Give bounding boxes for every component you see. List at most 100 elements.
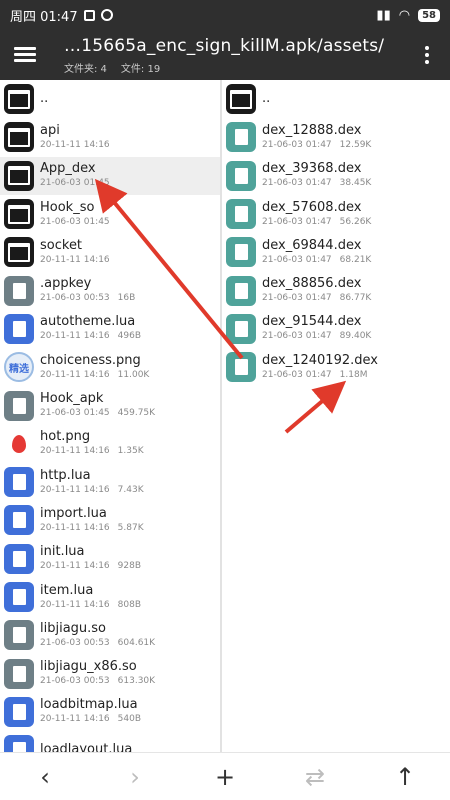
item-meta: 21-06-03 01:45 459.75K [40, 407, 155, 420]
list-item[interactable]: autotheme.lua 20-11-11 14:16 496B [0, 310, 220, 348]
item-meta: 20-11-11 14:16 540B [40, 713, 141, 726]
list-item[interactable]: loadbitmap.lua 20-11-11 14:16 540B [0, 693, 220, 731]
list-item[interactable]: 精选 choiceness.png 20-11-11 14:16 11.00K [0, 348, 220, 386]
files-count: 文件: 19 [120, 64, 161, 75]
lua-icon [4, 505, 34, 536]
folder-icon [4, 237, 34, 268]
item-size: 604.61K [117, 637, 156, 648]
list-item[interactable]: dex_39368.dex 21-06-03 01:47 38.45K [222, 157, 450, 195]
folder-icon [4, 84, 34, 115]
forward-button[interactable]: › [115, 757, 155, 797]
item-meta: 21-06-03 01:45 [40, 216, 118, 229]
item-date: 21-06-03 01:47 [262, 369, 332, 380]
item-text: dex_88856.dex 21-06-03 01:47 86.77K [262, 276, 371, 305]
item-name: loadlayout.lua [40, 742, 133, 752]
item-date: 20-11-11 14:16 [40, 714, 110, 725]
item-text: http.lua 20-11-11 14:16 7.43K [40, 468, 144, 497]
list-item[interactable]: http.lua 20-11-11 14:16 7.43K [0, 463, 220, 501]
folder-icon [4, 160, 34, 191]
back-button[interactable]: ‹ [25, 757, 65, 797]
list-item[interactable]: dex_91544.dex 21-06-03 01:47 89.40K [222, 310, 450, 348]
item-meta: 20-11-11 14:16 1.35K [40, 445, 144, 458]
folder-icon [226, 84, 256, 115]
wifi-icon: ◠ [398, 7, 411, 23]
item-date: 21-06-03 01:47 [262, 331, 332, 342]
list-item[interactable]: Hook_so 21-06-03 01:45 [0, 195, 220, 233]
image-icon: 精选 [4, 352, 34, 383]
item-meta: 20-11-11 14:16 5.87K [40, 522, 144, 535]
item-name: App_dex [40, 161, 96, 177]
list-item[interactable]: libjiagu.so 21-06-03 00:53 604.61K [0, 616, 220, 654]
item-meta: 20-11-11 14:16 11.00K [40, 369, 149, 382]
lua-icon [4, 467, 34, 498]
item-meta: 21-06-03 01:47 68.21K [262, 254, 371, 267]
item-date: 21-06-03 01:47 [262, 293, 332, 304]
item-meta: 21-06-03 00:53 613.30K [40, 675, 155, 688]
list-item[interactable]: Hook_apk 21-06-03 01:45 459.75K [0, 386, 220, 424]
list-item[interactable]: libjiagu_x86.so 21-06-03 00:53 613.30K [0, 654, 220, 692]
item-name: Hook_apk [40, 391, 104, 407]
list-item[interactable]: dex_88856.dex 21-06-03 01:47 86.77K [222, 271, 450, 309]
item-name: http.lua [40, 467, 91, 483]
status-bar: 周四 01:47 ▮▮ ◠ 58 [0, 0, 450, 30]
item-size: 613.30K [117, 676, 156, 687]
item-size: 459.75K [117, 408, 156, 419]
item-meta: 21-06-03 01:47 89.40K [262, 330, 371, 343]
list-item[interactable]: dex_1240192.dex 21-06-03 01:47 1.18M [222, 348, 450, 386]
item-size: 928B [117, 561, 142, 572]
item-text: libjiagu_x86.so 21-06-03 00:53 613.30K [40, 659, 155, 688]
list-item[interactable]: dex_57608.dex 21-06-03 01:47 56.26K [222, 195, 450, 233]
item-meta: 20-11-11 14:16 928B [40, 560, 141, 573]
list-item[interactable]: .. [0, 80, 220, 118]
item-name: choiceness.png [40, 352, 141, 368]
list-item[interactable]: App_dex 21-06-03 01:45 [0, 156, 220, 195]
up-directory-button[interactable]: ↑ [385, 757, 425, 797]
list-item[interactable]: dex_12888.dex 21-06-03 01:47 12.59K [222, 118, 450, 156]
more-options-icon[interactable] [424, 44, 430, 66]
item-text: dex_69844.dex 21-06-03 01:47 68.21K [262, 238, 371, 267]
list-item[interactable]: dex_69844.dex 21-06-03 01:47 68.21K [222, 233, 450, 271]
add-button[interactable]: + [205, 757, 245, 797]
list-item[interactable]: import.lua 20-11-11 14:16 5.87K [0, 501, 220, 539]
item-text: dex_12888.dex 21-06-03 01:47 12.59K [262, 123, 371, 152]
list-item[interactable]: socket 20-11-11 14:16 [0, 233, 220, 271]
item-size: 540B [117, 714, 142, 725]
item-date: 21-06-03 01:45 [40, 408, 110, 419]
item-name: Hook_so [40, 199, 95, 215]
check-icon [100, 9, 113, 21]
item-meta: 21-06-03 00:53 604.61K [40, 637, 155, 650]
item-text: hot.png 20-11-11 14:16 1.35K [40, 429, 144, 458]
item-date: 20-11-11 14:16 [40, 561, 110, 572]
list-item[interactable]: init.lua 20-11-11 14:16 928B [0, 540, 220, 578]
item-text: import.lua 20-11-11 14:16 5.87K [40, 506, 144, 535]
item-size: 11.00K [117, 369, 150, 380]
swap-panes-button[interactable]: ⇄ [295, 757, 335, 797]
item-name: .appkey [40, 276, 92, 292]
menu-icon[interactable] [14, 44, 36, 66]
list-item[interactable]: loadlayout.lua [0, 731, 220, 752]
item-size: 1.35K [117, 446, 144, 457]
item-text: autotheme.lua 20-11-11 14:16 496B [40, 314, 141, 343]
list-item[interactable]: item.lua 20-11-11 14:16 808B [0, 578, 220, 616]
list-item[interactable]: hot.png 20-11-11 14:16 1.35K [0, 425, 220, 463]
dex-icon [226, 160, 256, 191]
item-name: socket [40, 237, 83, 253]
item-name: dex_12888.dex [262, 122, 362, 138]
item-size: 86.77K [339, 293, 372, 304]
list-item[interactable]: api 20-11-11 14:16 [0, 118, 220, 156]
list-item[interactable]: .appkey 21-06-03 00:53 16B [0, 271, 220, 309]
item-date: 21-06-03 01:45 [40, 216, 110, 227]
battery-indicator: 58 [418, 8, 440, 22]
item-size: 7.43K [117, 484, 144, 495]
item-size: 496B [117, 331, 142, 342]
list-item[interactable]: .. [222, 80, 450, 118]
item-meta: 21-06-03 01:45 [40, 177, 118, 190]
item-size: 89.40K [339, 331, 372, 342]
left-file-pane: .. api 20-11-11 14:16 App_dex 21-06-03 01:45… [0, 80, 222, 752]
item-date: 21-06-03 01:47 [262, 139, 332, 150]
item-text: api 20-11-11 14:16 [40, 123, 118, 152]
item-text: App_dex 21-06-03 01:45 [40, 161, 118, 190]
item-date: 20-11-11 14:16 [40, 331, 110, 342]
dex-icon [226, 352, 256, 383]
item-date: 21-06-03 01:47 [262, 254, 332, 265]
